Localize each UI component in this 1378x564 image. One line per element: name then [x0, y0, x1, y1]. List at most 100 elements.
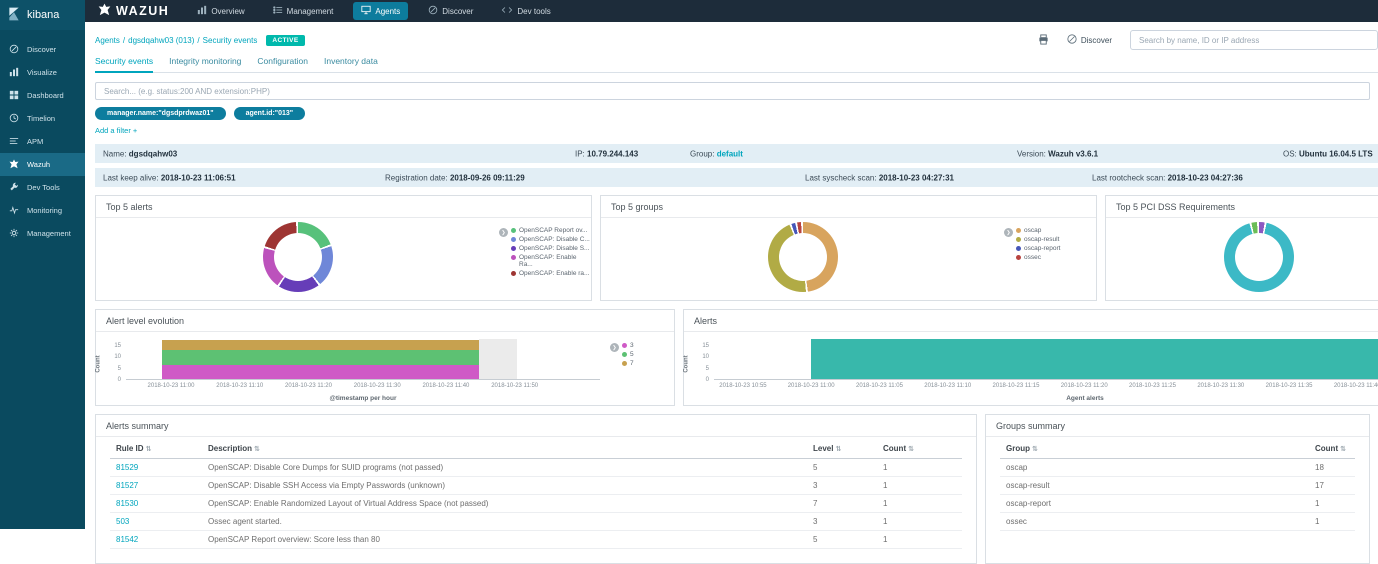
column-header-group[interactable]: Group⇅ [1000, 439, 1309, 459]
nav-item-overview[interactable]: Overview [189, 2, 252, 20]
x-tick-label: 2018-10-23 11:30 [354, 383, 401, 389]
legend-item[interactable]: OpenSCAP: Disable C... [511, 236, 591, 243]
legend-item[interactable]: 3 [622, 342, 634, 349]
legend-label: OpenSCAP: Enable Ra... [519, 254, 591, 268]
rule-id-link[interactable]: 81530 [116, 499, 138, 508]
legend-item[interactable]: 5 [622, 351, 634, 358]
x-tick-label: 2018-10-23 11:10 [924, 383, 971, 389]
legend-item[interactable]: oscap-result [1016, 236, 1061, 243]
breadcrumb-segment[interactable]: dgsdqahw03 (013) [128, 36, 194, 45]
table-row[interactable]: ossec1 [1000, 513, 1355, 531]
compass-icon [9, 44, 20, 55]
tab-security-events[interactable]: Security events [95, 53, 153, 72]
breadcrumb-segment[interactable]: Security events [203, 36, 258, 45]
cell-value: 1 [1309, 495, 1355, 513]
rule-id-link[interactable]: 81542 [116, 535, 138, 544]
agent-info-value: Wazuh v3.6.1 [1048, 149, 1098, 158]
query-search-input[interactable] [95, 82, 1370, 100]
sidebar-item-visualize[interactable]: Visualize [0, 61, 85, 84]
sidebar-item-wazuh[interactable]: Wazuh [0, 153, 85, 176]
sidebar-item-dev-tools[interactable]: Dev Tools [0, 176, 85, 199]
agent-info-group[interactable]: Group: default [690, 149, 743, 158]
rule-id-link[interactable]: 503 [116, 517, 129, 526]
nav-item-agents[interactable]: Agents [353, 2, 408, 20]
table-row[interactable]: 81529OpenSCAP: Disable Core Dumps for SU… [110, 459, 962, 477]
tab-integrity-monitoring[interactable]: Integrity monitoring [169, 53, 241, 72]
print-button[interactable] [1038, 33, 1049, 48]
rule-id-link[interactable]: 81529 [116, 463, 138, 472]
legend-item[interactable]: OpenSCAP Report ov... [511, 227, 591, 234]
column-header-count[interactable]: Count⇅ [877, 439, 962, 459]
legend-item[interactable]: OpenSCAP: Enable Ra... [511, 254, 591, 268]
table-row[interactable]: oscap-report1 [1000, 495, 1355, 513]
x-tick-label: 2018-10-23 11:00 [788, 383, 835, 389]
table-row[interactable]: 81542OpenSCAP Report overview: Score les… [110, 531, 962, 549]
kibana-logo[interactable]: kibana [0, 0, 85, 30]
wazuh-brand[interactable]: WAZUH [98, 3, 169, 19]
clock-icon [9, 113, 20, 124]
agent-search-input[interactable] [1130, 30, 1378, 50]
sidebar-item-apm[interactable]: APM [0, 130, 85, 153]
cell-value: 5 [807, 459, 877, 477]
cell-value: 1 [877, 531, 962, 549]
gear-icon [9, 228, 20, 239]
nav-item-dev-tools[interactable]: Dev tools [493, 2, 558, 20]
legend-toggle-icon[interactable]: ❯ [610, 343, 619, 352]
filter-pill[interactable]: manager.name:"dgsdprdwaz01" [95, 107, 226, 120]
tab-inventory-data[interactable]: Inventory data [324, 53, 378, 72]
legend-toggle-icon[interactable]: ❯ [1004, 228, 1013, 237]
legend-label: 5 [630, 351, 634, 358]
x-tick-label: 2018-10-23 11:20 [285, 383, 332, 389]
donut-chart-top5-alerts[interactable] [263, 222, 333, 292]
filter-pill[interactable]: agent.id:"013" [234, 107, 305, 120]
table-row[interactable]: 81530OpenSCAP: Enable Randomized Layout … [110, 495, 962, 513]
legend-items: OpenSCAP Report ov... OpenSCAP: Disable C… [511, 227, 591, 296]
tables-row: Alerts summary Rule ID⇅Description⇅Level… [95, 414, 1378, 564]
breadcrumb-segment[interactable]: Agents [95, 36, 120, 45]
legend-dot-icon [511, 246, 516, 251]
agent-info-value[interactable]: default [717, 149, 743, 158]
legend-item[interactable]: ossec [1016, 254, 1061, 261]
discover-button[interactable]: Discover [1061, 33, 1118, 47]
card-alert-level-evolution: Alert level evolutionCount1510502018-10-… [95, 309, 675, 406]
nav-item-management[interactable]: Management [265, 2, 342, 20]
legend-item[interactable]: oscap-report [1016, 245, 1061, 252]
groups-summary-table: Group⇅Count⇅oscap18oscap-result17oscap-r… [1000, 439, 1355, 531]
add-filter-link[interactable]: Add a filter + [95, 126, 137, 135]
donut-chart-top5-groups[interactable] [768, 222, 838, 292]
y-tick-label: 0 [706, 377, 709, 383]
legend-toggle-icon[interactable]: ❯ [499, 228, 508, 237]
tab-configuration[interactable]: Configuration [257, 53, 308, 72]
sidebar-item-label: Discover [27, 45, 56, 54]
column-header-count[interactable]: Count⇅ [1309, 439, 1355, 459]
table-row[interactable]: oscap18 [1000, 459, 1355, 477]
table-row[interactable]: 503Ossec agent started.31 [110, 513, 962, 531]
discover-button-label: Discover [1081, 36, 1112, 45]
sidebar-item-management[interactable]: Management [0, 222, 85, 245]
table-row[interactable]: 81527OpenSCAP: Disable SSH Access via Em… [110, 477, 962, 495]
legend-item[interactable]: OpenSCAP: Enable ra... [511, 270, 591, 277]
sidebar-item-dashboard[interactable]: Dashboard [0, 84, 85, 107]
x-axis-label: @timestamp per hour [126, 395, 600, 402]
sidebar-item-label: Visualize [27, 68, 57, 77]
column-header-level[interactable]: Level⇅ [807, 439, 877, 459]
legend-item[interactable]: oscap [1016, 227, 1061, 234]
series-band-count [811, 339, 1378, 379]
y-axis-label: Count [684, 355, 690, 372]
table-row[interactable]: oscap-result17 [1000, 477, 1355, 495]
sidebar-item-monitoring[interactable]: Monitoring [0, 199, 85, 222]
column-header-description[interactable]: Description⇅ [202, 439, 807, 459]
legend-item[interactable]: 7 [622, 360, 634, 367]
donut-chart-top5-pci[interactable] [1224, 222, 1294, 292]
sidebar-item-timelion[interactable]: Timelion [0, 107, 85, 130]
area-chart-alert-level-evolution: Count1510502018-10-23 11:002018-10-23 11… [96, 334, 674, 404]
chart-plot-area[interactable] [126, 339, 600, 380]
legend-item[interactable]: OpenSCAP: Disable S... [511, 245, 591, 252]
nav-item-discover[interactable]: Discover [420, 2, 481, 20]
sidebar-item-discover[interactable]: Discover [0, 38, 85, 61]
pie-chart-area [601, 218, 1004, 296]
column-header-rule-id[interactable]: Rule ID⇅ [110, 439, 202, 459]
rule-id-link[interactable]: 81527 [116, 481, 138, 490]
printer-icon [1038, 33, 1049, 48]
chart-plot-area[interactable] [714, 339, 1378, 380]
